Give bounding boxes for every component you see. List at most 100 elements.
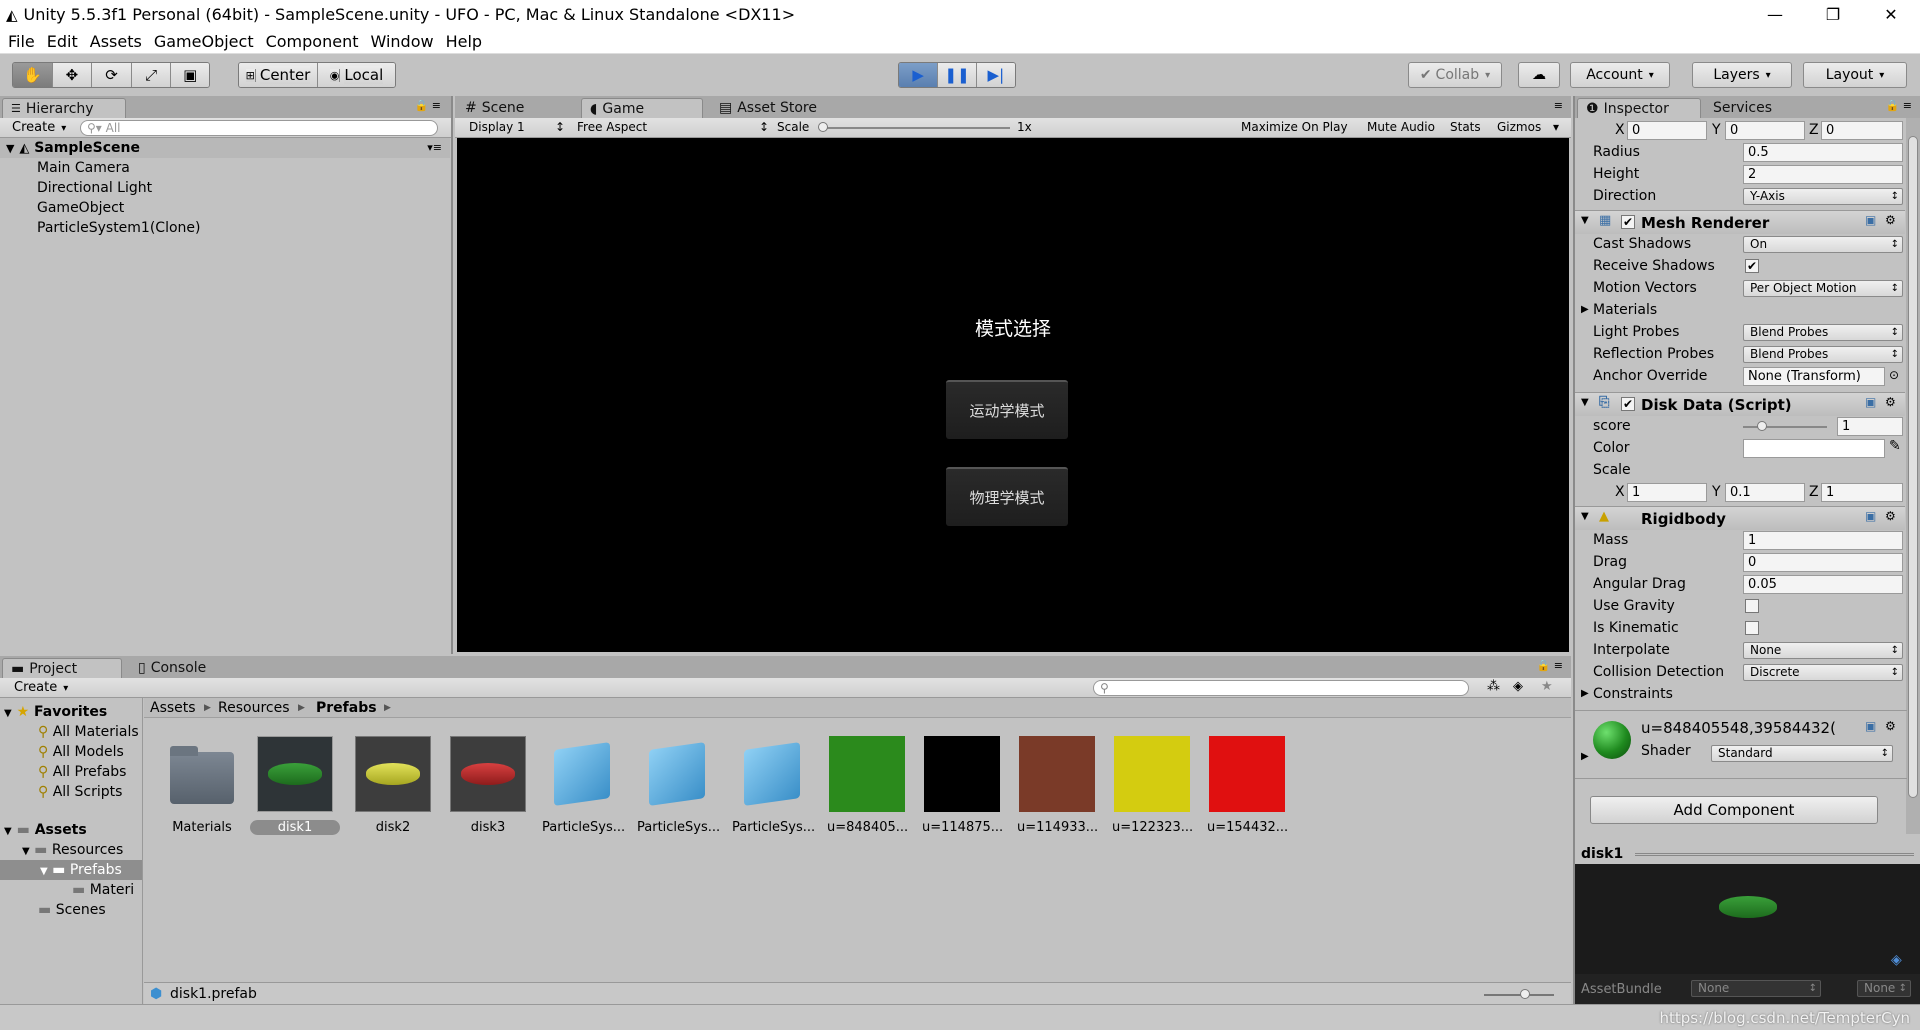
score-field[interactable]: 1 — [1837, 417, 1903, 436]
tab-console[interactable]: ▯ Console — [130, 658, 240, 678]
disk-data-enabled-checkbox[interactable]: ✔ — [1621, 397, 1635, 411]
hand-tool-icon[interactable]: ✋ — [13, 63, 53, 87]
settings-gear-icon[interactable]: ⚙ — [1885, 213, 1896, 227]
favorite-star-icon[interactable]: ★ — [1541, 679, 1553, 694]
is-kinematic-checkbox[interactable] — [1745, 621, 1759, 635]
hierarchy-item[interactable]: ParticleSystem1(Clone) — [37, 218, 200, 238]
panel-menu-icon[interactable]: ≡ — [1554, 99, 1563, 112]
tab-project[interactable]: ▬ Project — [2, 658, 122, 678]
gizmos-dropdown[interactable]: Gizmos — [1497, 120, 1541, 134]
step-button-icon[interactable]: ▶| — [976, 63, 1015, 87]
favorite-item[interactable]: ⚲ All Materials — [38, 722, 139, 742]
asset-item[interactable]: ParticleSys... — [637, 736, 720, 835]
folder-materials[interactable]: ▬ Materi — [72, 880, 134, 900]
breadcrumb-item[interactable]: Prefabs — [316, 698, 377, 718]
angular-drag-field[interactable]: 0.05 — [1743, 575, 1903, 594]
folder-resources[interactable]: ▼ ▬ Resources — [22, 840, 123, 860]
asset-item[interactable]: ParticleSys... — [542, 736, 625, 835]
settings-gear-icon[interactable]: ⚙ — [1885, 719, 1896, 733]
settings-gear-icon[interactable]: ⚙ — [1885, 509, 1896, 523]
radius-field[interactable]: 0.5 — [1743, 143, 1903, 162]
hierarchy-item[interactable]: GameObject — [37, 198, 124, 218]
tab-game[interactable]: ◖ Game — [581, 98, 703, 118]
light-probes-dropdown[interactable]: Blend Probes — [1743, 324, 1903, 341]
hierarchy-create-button[interactable]: Create — [12, 120, 66, 135]
constraints-fold-arrow-icon[interactable]: ▶ — [1581, 688, 1589, 699]
disk-preview-model[interactable] — [1719, 896, 1777, 918]
filter-by-type-icon[interactable]: ⁂ — [1487, 679, 1500, 694]
asset-item[interactable]: disk2 — [353, 736, 433, 835]
display-dropdown[interactable]: Display 1 — [469, 120, 525, 134]
center-y-field[interactable]: 0 — [1725, 121, 1805, 140]
tab-services[interactable]: Services — [1705, 98, 1805, 118]
asset-item[interactable]: u=154432... — [1207, 736, 1288, 835]
fold-arrow-icon[interactable]: ▼ — [1581, 215, 1589, 226]
play-button-icon[interactable]: ▶ — [899, 63, 939, 87]
favorite-item[interactable]: ⚲ All Prefabs — [38, 762, 126, 782]
cast-shadows-dropdown[interactable]: On — [1743, 236, 1903, 253]
assetbundle-variant-dropdown[interactable]: None — [1857, 980, 1911, 997]
motion-vectors-dropdown[interactable]: Per Object Motion — [1743, 280, 1903, 297]
breadcrumb-item[interactable]: Assets — [150, 698, 196, 718]
interpolate-dropdown[interactable]: None — [1743, 642, 1903, 659]
menu-window[interactable]: Window — [370, 32, 433, 51]
hierarchy-search-input[interactable]: ⚲▾ All — [80, 120, 438, 136]
materials-fold-arrow-icon[interactable]: ▶ — [1581, 304, 1589, 315]
favorite-item[interactable]: ⚲ All Scripts — [38, 782, 122, 802]
menu-edit[interactable]: Edit — [47, 32, 78, 51]
asset-item-selected[interactable]: disk1 — [250, 736, 340, 835]
asset-item[interactable]: Materials — [162, 736, 242, 835]
physics-mode-button[interactable]: 物理学模式 — [946, 467, 1068, 526]
folder-scenes[interactable]: ▬ Scenes — [38, 900, 106, 920]
asset-item[interactable]: u=114875... — [922, 736, 1003, 835]
rigidbody-header[interactable]: ▼ ▲ Rigidbody ▣ ⚙ — [1575, 506, 1905, 530]
assetbundle-dropdown[interactable]: None — [1691, 980, 1821, 997]
panel-menu-icon[interactable]: 🔒 ≡ — [1886, 99, 1912, 112]
center-x-field[interactable]: 0 — [1627, 121, 1707, 140]
favorites-row[interactable]: ▼ ★ Favorites — [4, 702, 107, 722]
asset-item[interactable]: u=848405... — [827, 736, 908, 835]
scale-z-field[interactable]: 1 — [1821, 483, 1903, 502]
tab-scene[interactable]: # Scene — [457, 98, 569, 118]
project-search-input[interactable]: ⚲ — [1093, 680, 1469, 696]
settings-gear-icon[interactable]: ⚙ — [1885, 395, 1896, 409]
menu-file[interactable]: File — [8, 32, 35, 51]
menu-help[interactable]: Help — [446, 32, 482, 51]
use-gravity-checkbox[interactable] — [1745, 599, 1759, 613]
receive-shadows-checkbox[interactable]: ✔ — [1745, 259, 1759, 273]
mute-audio-toggle[interactable]: Mute Audio — [1367, 120, 1435, 134]
menu-assets[interactable]: Assets — [90, 32, 142, 51]
rotate-tool-icon[interactable]: ⟳ — [92, 63, 132, 87]
project-create-button[interactable]: Create — [14, 680, 68, 695]
material-fold-arrow-icon[interactable]: ▶ — [1581, 751, 1589, 762]
scrollbar-thumb[interactable] — [1908, 136, 1918, 798]
scene-menu-icon[interactable]: ▾≡ — [427, 138, 442, 158]
scale-slider[interactable] — [820, 127, 1010, 129]
scale-x-field[interactable]: 1 — [1627, 483, 1707, 502]
tab-hierarchy[interactable]: ☰ Hierarchy — [2, 98, 126, 118]
scale-slider-handle[interactable] — [818, 122, 828, 132]
anchor-override-field[interactable]: None (Transform) — [1743, 367, 1885, 386]
collision-detection-dropdown[interactable]: Discrete — [1743, 664, 1903, 681]
scale-y-field[interactable]: 0.1 — [1725, 483, 1805, 502]
maximize-on-play-toggle[interactable]: Maximize On Play — [1241, 120, 1348, 134]
aspect-dropdown[interactable]: Free Aspect — [577, 120, 647, 134]
breadcrumb-item[interactable]: Resources — [218, 698, 290, 718]
asset-item[interactable]: u=122323... — [1112, 736, 1193, 835]
move-tool-icon[interactable]: ✥ — [52, 63, 93, 87]
scene-row[interactable]: ▼ ◭ SampleScene ▾≡ — [0, 138, 450, 158]
rect-tool-icon[interactable]: ▣ — [171, 63, 209, 87]
height-field[interactable]: 2 — [1743, 165, 1903, 184]
stats-toggle[interactable]: Stats — [1450, 120, 1481, 134]
add-component-button[interactable]: Add Component — [1590, 796, 1878, 824]
mesh-renderer-header[interactable]: ▼ ▦ ✔ Mesh Renderer ▣ ⚙ — [1575, 210, 1905, 234]
disk-data-header[interactable]: ▼ ⎘ ✔ Disk Data (Script) ▣ ⚙ — [1575, 392, 1905, 416]
scale-tool-icon[interactable]: ⤢ — [131, 63, 172, 87]
help-book-icon[interactable]: ▣ — [1865, 509, 1876, 523]
fold-arrow-icon[interactable]: ▼ — [1581, 511, 1589, 522]
favorite-item[interactable]: ⚲ All Models — [38, 742, 124, 762]
mass-field[interactable]: 1 — [1743, 531, 1903, 550]
center-button[interactable]: ⊞ Center — [239, 63, 318, 87]
panel-menu-icon[interactable]: 🔒 ≡ — [1537, 659, 1563, 672]
cloud-button-icon[interactable]: ☁ — [1518, 62, 1560, 88]
